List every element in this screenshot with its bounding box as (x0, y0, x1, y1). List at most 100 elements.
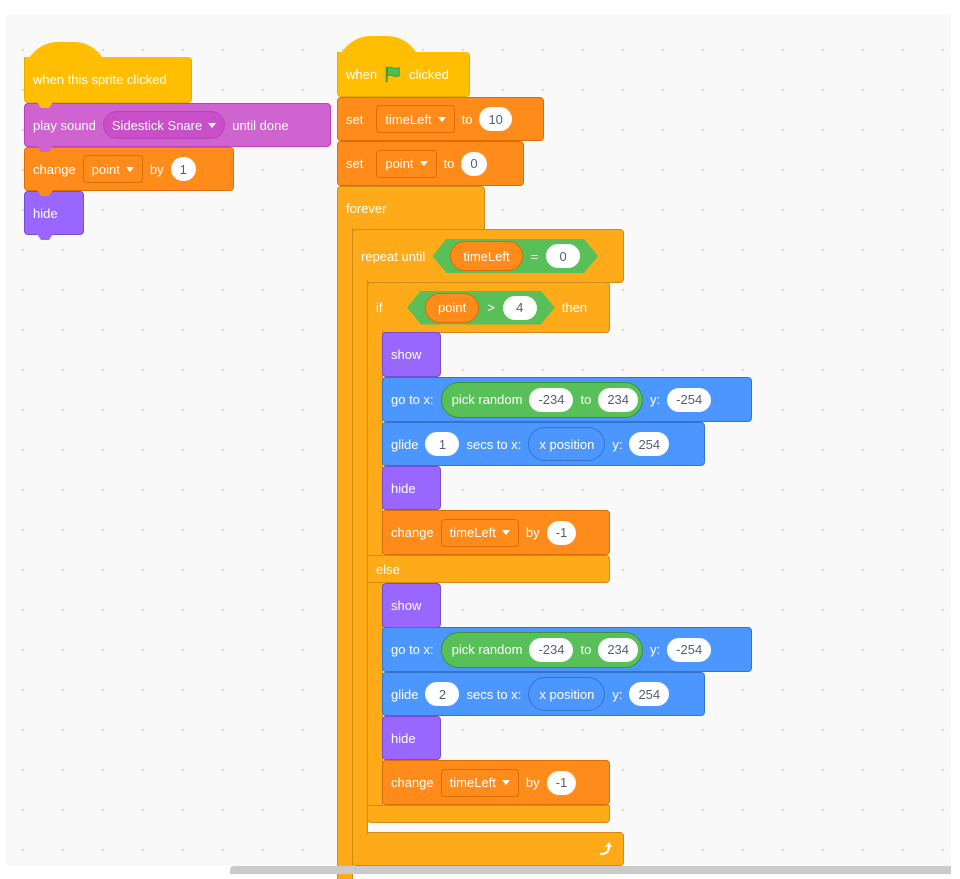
dropdown-caret-icon (208, 122, 217, 128)
value-input[interactable]: 4 (503, 296, 537, 320)
if-else-bottom (367, 805, 610, 823)
show-block[interactable]: show (382, 332, 441, 377)
value-input[interactable]: -1 (546, 520, 577, 545)
variable-dropdown[interactable]: timeLeft (376, 105, 455, 133)
hide-block[interactable]: hide (24, 191, 84, 240)
value-input[interactable]: -254 (667, 637, 712, 662)
value-input[interactable]: 234 (598, 637, 639, 662)
glide-block[interactable]: glide 1 secs to x: x position y: 254 (382, 422, 705, 466)
change-point-block[interactable]: change point by 1 (24, 147, 234, 196)
block-label: to (461, 111, 473, 127)
repeat-until-arm (352, 280, 368, 825)
else-label-bar: else (367, 555, 610, 583)
forever-arm (337, 228, 353, 879)
block-label: change (33, 161, 76, 177)
block-label: then (561, 300, 588, 315)
if-else-block[interactable]: if point > 4 then (367, 282, 610, 333)
value-input[interactable]: 1 (170, 157, 196, 181)
change-timeleft-block[interactable]: change timeLeft by -1 (382, 760, 610, 805)
hide-block[interactable]: hide (382, 466, 441, 510)
value-input[interactable]: 2 (425, 682, 460, 706)
block-label: hide (391, 730, 416, 746)
value-input[interactable]: 10 (479, 107, 512, 131)
value-input[interactable]: 0 (546, 244, 580, 268)
block-label: y: (650, 392, 661, 407)
block-label: set (346, 156, 364, 171)
block-label: secs to x: (466, 436, 522, 452)
sound-dropdown[interactable]: Sidestick Snare (102, 111, 226, 139)
pick-random-operator[interactable]: pick random -234 to 234 (440, 631, 644, 668)
value-input[interactable]: -1 (546, 770, 577, 795)
timeleft-reporter[interactable]: timeLeft (450, 241, 522, 271)
variable-name: timeLeft (385, 111, 432, 127)
play-sound-until-done-block[interactable]: play sound Sidestick Snare until done (24, 103, 331, 152)
block-label: show (391, 598, 422, 613)
block-label: by (525, 525, 540, 540)
value-input[interactable]: 0 (461, 151, 487, 176)
pick-random-operator[interactable]: pick random -234 to 234 (440, 381, 644, 418)
variable-name: point (91, 161, 120, 177)
variable-dropdown[interactable]: timeLeft (440, 518, 519, 547)
value-input[interactable]: 254 (629, 432, 670, 456)
block-label: change (391, 775, 434, 790)
go-to-xy-block[interactable]: go to x: pick random -234 to 234 y: -254 (382, 627, 752, 672)
block-label: show (391, 347, 422, 362)
block-label: forever (346, 201, 387, 216)
x-position-reporter[interactable]: x position (528, 427, 606, 461)
value-input[interactable]: 234 (598, 387, 639, 412)
block-label: hide (33, 205, 58, 221)
go-to-xy-block[interactable]: go to x: pick random -234 to 234 y: -254 (382, 377, 752, 422)
block-label: when (346, 66, 378, 82)
block-label: y: (612, 686, 623, 702)
block-label: go to x: (391, 392, 434, 407)
variable-name: point (385, 156, 414, 171)
block-label: glide (391, 686, 419, 702)
horizontal-scrollbar[interactable] (230, 866, 951, 874)
block-label: hide (391, 480, 416, 496)
dropdown-caret-icon (501, 780, 510, 785)
block-label: glide (391, 436, 419, 452)
loop-arrow-icon (599, 842, 612, 856)
block-label: if (376, 300, 383, 315)
x-position-reporter[interactable]: x position (528, 677, 606, 711)
repeat-until-bottom (352, 832, 624, 866)
when-flag-clicked-block[interactable]: when clicked (337, 52, 470, 97)
variable-dropdown[interactable]: timeLeft (440, 768, 519, 797)
dropdown-caret-icon (125, 166, 134, 172)
change-timeleft-block[interactable]: change timeLeft by -1 (382, 510, 610, 555)
glide-block[interactable]: glide 2 secs to x: x position y: 254 (382, 672, 705, 716)
value-input[interactable]: 1 (425, 432, 460, 456)
block-label: play sound (33, 117, 96, 133)
show-block[interactable]: show (382, 583, 441, 628)
equals-operator[interactable]: timeLeft = 0 (432, 239, 598, 273)
block-label: by (525, 775, 540, 790)
hide-block[interactable]: hide (382, 716, 441, 760)
block-label: y: (612, 436, 623, 452)
value-input[interactable]: -234 (529, 387, 574, 412)
value-input[interactable]: -254 (667, 387, 712, 412)
value-input[interactable]: -234 (529, 637, 574, 662)
dropdown-caret-icon (501, 530, 510, 535)
block-label: pick random (451, 642, 523, 657)
greater-than-operator[interactable]: point > 4 (407, 291, 555, 325)
hat-label: when this sprite clicked (33, 72, 167, 87)
block-label: to (443, 156, 455, 171)
block-label: secs to x: (466, 686, 522, 702)
value-input[interactable]: 254 (629, 682, 670, 706)
variable-dropdown[interactable]: point (82, 155, 143, 183)
block-label: change (391, 525, 434, 540)
variable-dropdown[interactable]: point (376, 149, 437, 178)
operator-symbol: > (487, 300, 495, 315)
forever-block[interactable]: forever (337, 186, 485, 232)
when-sprite-clicked-block[interactable]: when this sprite clicked (24, 57, 192, 108)
block-label: repeat until (361, 248, 426, 264)
point-reporter[interactable]: point (425, 293, 479, 323)
block-label: to (580, 642, 592, 657)
variable-name: timeLeft (449, 775, 496, 790)
set-point-block[interactable]: set point to 0 (337, 141, 524, 186)
block-label: by (149, 161, 164, 177)
block-label: clicked (409, 66, 449, 82)
repeat-until-block[interactable]: repeat until timeLeft = 0 (352, 229, 624, 283)
set-timeleft-block[interactable]: set timeLeft to 10 (337, 97, 544, 141)
block-label: until done (232, 117, 289, 133)
